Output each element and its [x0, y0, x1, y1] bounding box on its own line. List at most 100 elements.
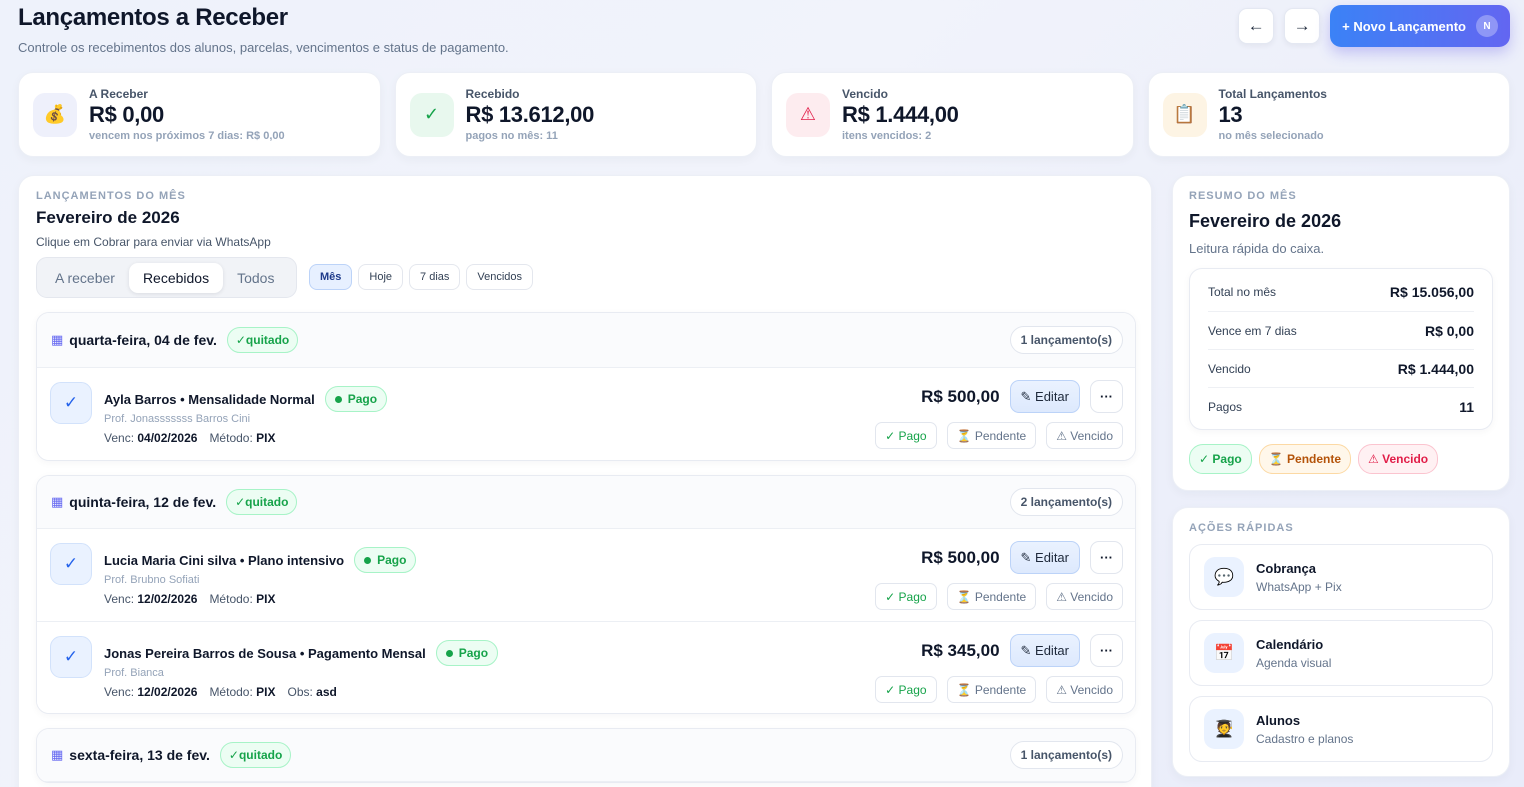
quick-action-alunos[interactable]: 🧑‍🎓 Alunos Cadastro e planos	[1189, 696, 1493, 762]
more-options-icon[interactable]: ···	[1090, 380, 1123, 413]
summary-eyebrow: RESUMO DO MÊS	[1189, 190, 1297, 202]
user-avatar: N	[1476, 15, 1498, 37]
entry-amount: R$ 345,00	[921, 640, 1000, 660]
stat-value: 13	[1218, 102, 1243, 127]
tab-a-receber[interactable]: A receber	[41, 263, 129, 293]
summary-row: Vence em 7 dias R$ 0,00	[1208, 311, 1474, 349]
date-group: ▦ quinta-feira, 12 de fev. ✓quitado 2 lança…	[36, 475, 1136, 714]
entry-row: ✓ Ayla Barros • Mensalidade Normal Pago Pro…	[37, 368, 1135, 460]
new-entry-button[interactable]: + Novo Lançamento N	[1330, 5, 1510, 47]
due-date: 04/02/2026	[137, 431, 198, 445]
quick-actions-card: AÇÕES RÁPIDAS 💬 Cobrança WhatsApp + Pix 📅 Ca…	[1172, 507, 1510, 777]
quick-action-cobrança[interactable]: 💬 Cobrança WhatsApp + Pix	[1189, 544, 1493, 610]
paid-check-icon[interactable]: ✓	[50, 382, 92, 424]
obs-label: Obs:	[287, 685, 313, 699]
payment-method: PIX	[256, 685, 276, 699]
venc-label: Venc:	[104, 431, 135, 445]
check-icon: ✓	[409, 92, 454, 137]
status-dot-icon	[445, 649, 453, 657]
venc-label: Venc:	[104, 592, 135, 606]
mark-overdue-button[interactable]: ⚠ Vencido	[1046, 422, 1123, 449]
summary-label: Vencido	[1208, 361, 1251, 376]
mark-pending-button[interactable]: ⏳ Pendente	[946, 676, 1037, 703]
summary-row: Vencido R$ 1.444,00	[1208, 349, 1474, 387]
summary-label: Total no mês	[1208, 285, 1277, 299]
entry-amount: R$ 500,00	[921, 547, 1000, 567]
next-month-button[interactable]: →	[1284, 8, 1321, 44]
section-eyebrow: LANÇAMENTOS DO MÊS	[36, 190, 186, 202]
chat-bubble-icon: 💬	[1204, 557, 1244, 597]
edit-button[interactable]: ✎ Editar	[1009, 380, 1080, 413]
entry-amount: R$ 500,00	[921, 386, 1000, 406]
mark-overdue-button[interactable]: ⚠ Vencido	[1046, 676, 1123, 703]
prev-month-button[interactable]: ←	[1238, 8, 1275, 44]
filter-chip[interactable]: Vencidos	[466, 264, 534, 290]
status-badge: Pago	[435, 640, 499, 666]
stat-card: ⚠ Vencido R$ 1.444,00 itens vencidos: 2	[771, 72, 1134, 157]
mark-pending-button[interactable]: ⏳ Pendente	[946, 422, 1037, 449]
edit-button[interactable]: ✎ Editar	[1009, 634, 1080, 667]
mark-paid-button[interactable]: ✓ Pago	[875, 583, 937, 610]
summary-row: Total no mês R$ 15.056,00	[1208, 273, 1474, 311]
quick-action-calendário[interactable]: 📅 Calendário Agenda visual	[1189, 620, 1493, 686]
mark-pending-button[interactable]: ⏳ Pendente	[946, 583, 1037, 610]
entry-meta: Venc: 04/02/2026 Método: PIX	[104, 431, 275, 445]
entry-row: ✓ Lucia Maria Cini silva • Plano intensiv…	[37, 529, 1135, 621]
calendar-icon: ▦	[51, 747, 64, 762]
edit-button[interactable]: ✎ Editar	[1009, 541, 1080, 574]
mark-paid-button[interactable]: ✓ Pago	[875, 422, 937, 449]
due-date: 12/02/2026	[137, 685, 198, 699]
student-icon: 🧑‍🎓	[1204, 709, 1244, 749]
metodo-label: Método:	[209, 431, 253, 445]
mark-overdue-button[interactable]: ⚠ Vencido	[1046, 583, 1123, 610]
money-bag-icon: 💰	[33, 92, 77, 137]
more-options-icon[interactable]: ···	[1090, 634, 1123, 667]
summary-row: Pagos 11	[1208, 387, 1474, 425]
action-subtitle: WhatsApp + Pix	[1256, 579, 1342, 594]
status-dot-icon	[334, 395, 342, 403]
tab-todos[interactable]: Todos	[223, 263, 288, 293]
summary-table: Total no mês R$ 15.056,00 Vence em 7 dias R…	[1189, 268, 1493, 430]
action-title: Cobrança	[1256, 560, 1316, 576]
month-summary-card: RESUMO DO MÊS Fevereiro de 2026 Leitura …	[1172, 175, 1510, 491]
filter-chip[interactable]: Hoje	[358, 264, 404, 290]
mark-paid-button[interactable]: ✓ Pago	[875, 676, 937, 703]
quitado-badge: ✓quitado	[219, 742, 292, 768]
status-badge-label: Pago	[458, 646, 489, 660]
month-title: Fevereiro de 2026	[36, 208, 180, 227]
legend-pago: ✓ Pago	[1189, 444, 1252, 474]
teacher-name: Prof. Jonasssssss Barros Cini	[104, 413, 251, 425]
summary-label: Vence em 7 dias	[1208, 323, 1297, 338]
action-title: Calendário	[1256, 636, 1324, 652]
more-options-icon[interactable]: ···	[1090, 541, 1123, 574]
entry-row: ✓ Jonas Pereira Barros de Sousa • Pagamen…	[37, 621, 1135, 713]
filter-chip[interactable]: Mês	[309, 264, 353, 290]
date-group-header: ▦ sexta-feira, 13 de fev. ✓quitado 1 lançam…	[37, 729, 1135, 782]
summary-value: R$ 15.056,00	[1389, 284, 1474, 300]
entry-count: 1 lançamento(s)	[1009, 326, 1123, 354]
stat-value: R$ 0,00	[89, 102, 164, 127]
tab-recebidos[interactable]: Recebidos	[128, 262, 224, 293]
stat-note: vencem nos próximos 7 dias: R$ 0,00	[89, 130, 285, 142]
stat-value: R$ 13.612,00	[465, 102, 595, 127]
group-date: quarta-feira, 04 de fev.	[69, 332, 217, 348]
status-badge-label: Pago	[377, 553, 407, 567]
summary-value: R$ 0,00	[1424, 322, 1474, 339]
summary-subtitle: Leitura rápida do caixa.	[1189, 241, 1325, 256]
new-entry-label: + Novo Lançamento	[1342, 18, 1466, 34]
warning-icon: ⚠	[786, 92, 830, 137]
filter-chip[interactable]: 7 dias	[409, 264, 461, 290]
entry-meta: Venc: 12/02/2026 Método: PIX	[104, 592, 275, 606]
quitado-badge: ✓quitado	[226, 327, 299, 353]
group-date: quinta-feira, 12 de fev.	[69, 494, 217, 510]
due-date: 12/02/2026	[137, 592, 198, 606]
date-group: ▦ quarta-feira, 04 de fev. ✓quitado 1 lança…	[36, 312, 1136, 461]
status-actions: ✓ Pago ⏳ Pendente ⚠ Vencido	[875, 422, 1123, 449]
paid-check-icon[interactable]: ✓	[50, 636, 92, 678]
stat-card: 📋 Total Lançamentos 13 no mês selecionado	[1147, 72, 1510, 157]
entry-meta: Venc: 12/02/2026 Método: PIX Obs: asd	[104, 685, 337, 699]
stat-label: Vencido	[842, 87, 889, 101]
quick-actions-list: 💬 Cobrança WhatsApp + Pix 📅 Calendário Agenda…	[1189, 544, 1493, 762]
paid-check-icon[interactable]: ✓	[50, 543, 92, 585]
payment-method: PIX	[256, 431, 276, 445]
